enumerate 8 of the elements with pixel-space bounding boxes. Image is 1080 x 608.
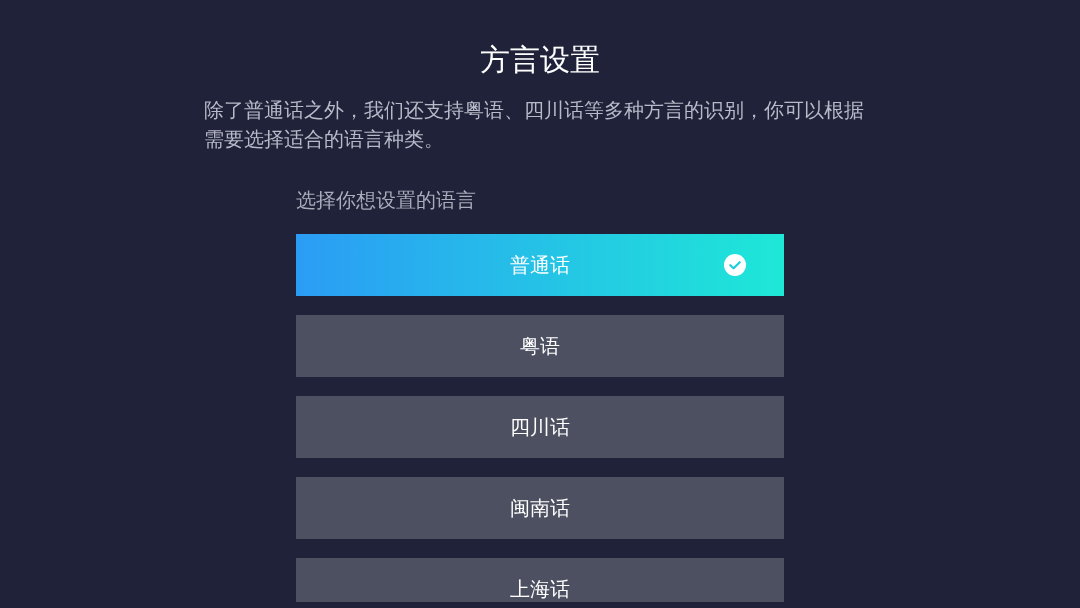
check-icon bbox=[724, 254, 746, 276]
language-option[interactable]: 闽南话 bbox=[296, 477, 784, 539]
page-title: 方言设置 bbox=[479, 41, 601, 79]
description-text: 除了普通话之外，我们还支持粤语、四川话等多种方言的识别，你可以根据需要选择适合的语言种类。 bbox=[204, 97, 865, 153]
language-option[interactable]: 四川话 bbox=[296, 396, 784, 458]
language-option[interactable]: 上海话 bbox=[296, 558, 784, 602]
prompt-label: 选择你想设置的语言 bbox=[296, 187, 476, 214]
language-option[interactable]: 粤语 bbox=[296, 315, 784, 377]
